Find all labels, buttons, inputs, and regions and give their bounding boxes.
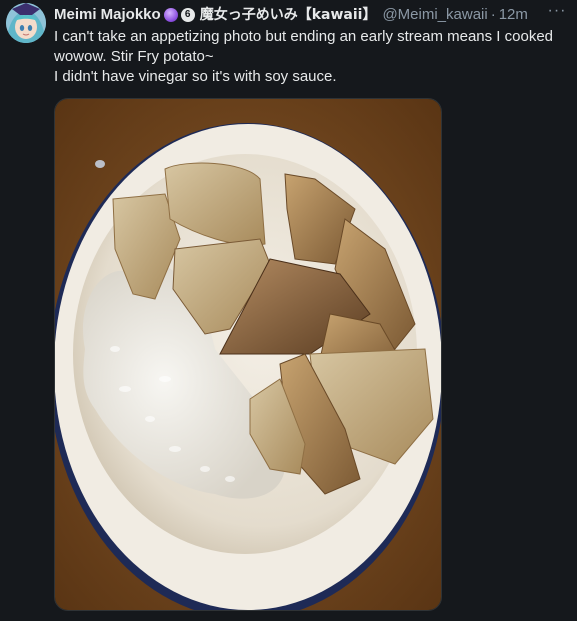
separator-dot: · (490, 6, 496, 23)
tweet-text-line: I can't take an appetizing photo but end… (54, 28, 554, 65)
tweet-header: Meimi Majokko 6 魔女っ子めいみ【kawaii】 @Meimi_k… (54, 5, 567, 25)
tweet-text: I can't take an appetizing photo but end… (54, 27, 570, 87)
more-horizontal-icon[interactable]: ··· (547, 3, 567, 24)
tweet-text-line: I didn't have vinegar so it's with soy s… (54, 68, 337, 85)
display-name-jp[interactable]: 魔女っ子めいみ【kawaii】 (200, 5, 377, 25)
user-handle[interactable]: @Meimi_kawaii (382, 5, 487, 25)
display-name[interactable]: Meimi Majokko (54, 5, 161, 25)
crystal-ball-icon (163, 8, 178, 22)
number-badge-icon: 6 (180, 8, 195, 22)
timestamp[interactable]: 12m (499, 5, 528, 25)
tweet-photo[interactable] (54, 98, 442, 611)
tweet[interactable]: Meimi Majokko 6 魔女っ子めいみ【kawaii】 @Meimi_k… (0, 0, 577, 621)
avatar[interactable] (6, 3, 46, 43)
